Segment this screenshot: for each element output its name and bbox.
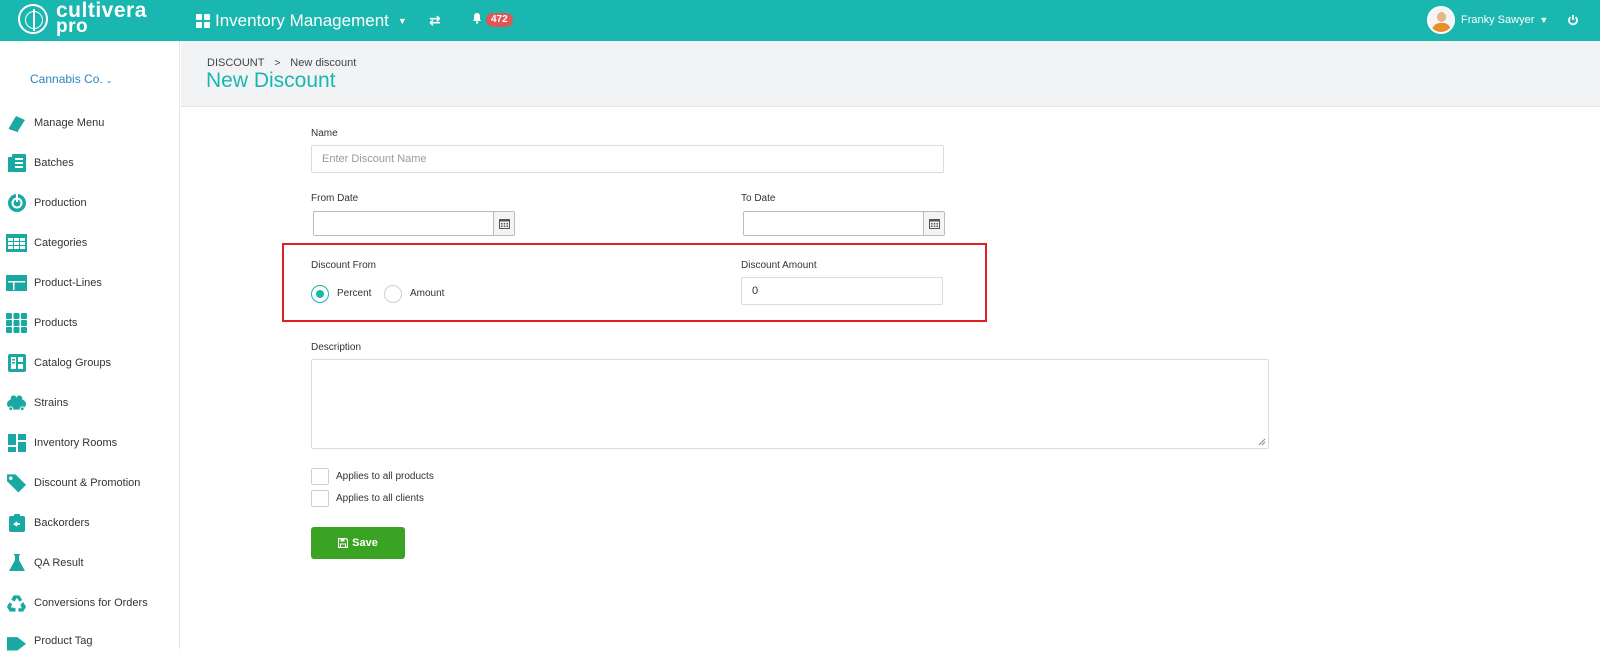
breadcrumb: DISCOUNT > New discount: [207, 57, 356, 69]
to-date-label: To Date: [741, 193, 776, 204]
org-name: Cannabis Co.: [30, 72, 103, 86]
products-grid-icon: [6, 313, 27, 333]
avatar: [1427, 6, 1455, 34]
sidebar-item-label: Product-Lines: [34, 277, 102, 289]
sidebar-item-strains[interactable]: Strains: [6, 391, 68, 415]
percent-radio-label[interactable]: Percent: [337, 288, 371, 299]
discount-amount-label: Discount Amount: [741, 260, 817, 271]
user-name: Franky Sawyer: [1461, 14, 1535, 26]
sidebar-item-label: Production: [34, 197, 87, 209]
applies-all-products-checkbox[interactable]: [311, 468, 329, 485]
from-date-picker: [313, 211, 515, 236]
sidebar-item-label: Backorders: [34, 517, 90, 529]
applies-all-clients-checkbox[interactable]: [311, 490, 329, 507]
app-grid-icon: [196, 14, 210, 28]
sidebar-item-label: Batches: [34, 157, 74, 169]
from-date-input[interactable]: [313, 211, 494, 236]
sidebar-item-label: Categories: [34, 237, 88, 249]
discount-name-input[interactable]: [311, 145, 944, 173]
discount-amount-input[interactable]: [741, 277, 943, 305]
sidebar-item-production[interactable]: Production: [6, 191, 87, 215]
notification-badge[interactable]: 472: [486, 13, 513, 27]
sidebar-item-discount-promotion[interactable]: Discount & Promotion: [6, 471, 140, 495]
applies-all-products-label[interactable]: Applies to all products: [336, 471, 434, 482]
sidebar-item-label: Discount & Promotion: [34, 477, 141, 489]
page-header: DISCOUNT > New discount New Discount: [181, 41, 1600, 107]
name-label: Name: [311, 128, 338, 139]
swap-arrows-icon[interactable]: ⇄: [429, 12, 441, 29]
rooms-icon: [6, 433, 27, 453]
logo-mark-icon: [18, 4, 48, 34]
calendar-icon[interactable]: [493, 211, 515, 236]
product-lines-icon: [6, 273, 27, 293]
sidebar-item-label: Catalog Groups: [34, 357, 112, 369]
sidebar-item-categories[interactable]: Categories: [6, 231, 87, 255]
sidebar-item-label: Inventory Rooms: [34, 437, 118, 449]
sidebar-item-label: Manage Menu: [34, 117, 105, 129]
sidebar-item-product-tag[interactable]: Product Tag: [6, 629, 93, 653]
sidebar-item-products[interactable]: Products: [6, 311, 77, 335]
sidebar-item-label: Conversions for Orders: [34, 597, 148, 609]
app-switcher[interactable]: Inventory Management ▼: [196, 11, 407, 31]
bell-icon[interactable]: [471, 12, 483, 24]
calendar-icon[interactable]: [923, 211, 945, 236]
save-button[interactable]: Save: [311, 527, 405, 559]
user-menu[interactable]: Franky Sawyer ▼: [1427, 6, 1548, 34]
sidebar-item-label: Strains: [34, 397, 69, 409]
tag-icon: [6, 631, 27, 651]
sidebar-item-batches[interactable]: Batches: [6, 151, 74, 175]
sidebar-item-qa-result[interactable]: QA Result: [6, 551, 84, 575]
caret-down-icon: ▼: [397, 16, 407, 26]
strains-icon: [6, 393, 27, 413]
sidebar-item-label: QA Result: [34, 557, 84, 569]
production-icon: [6, 193, 27, 213]
catalog-icon: [6, 353, 27, 373]
save-button-label: Save: [352, 537, 378, 549]
top-bar: cultivera pro Inventory Management ▼ ⇄ 4…: [0, 0, 1600, 41]
table-icon: [6, 233, 27, 253]
sidebar-item-catalog-groups[interactable]: Catalog Groups: [6, 351, 111, 375]
percent-radio[interactable]: [311, 285, 329, 303]
recycle-icon: [6, 593, 27, 613]
description-label: Description: [311, 342, 362, 353]
sidebar-item-manage-menu[interactable]: Manage Menu: [6, 111, 104, 135]
sidebar-item-label: Product Tag: [34, 635, 93, 647]
breadcrumb-current: New discount: [290, 57, 357, 69]
tags-icon: [6, 473, 27, 493]
applies-all-clients-label[interactable]: Applies to all clients: [336, 493, 424, 504]
to-date-input[interactable]: [743, 211, 924, 236]
sidebar-item-inventory-rooms[interactable]: Inventory Rooms: [6, 431, 117, 455]
cultivera-logo[interactable]: cultivera pro: [18, 0, 147, 36]
amount-radio[interactable]: [384, 285, 402, 303]
amount-radio-label[interactable]: Amount: [410, 288, 444, 299]
book-icon: [6, 113, 27, 133]
backorders-icon: [6, 513, 27, 533]
sidebar-item-backorders[interactable]: Backorders: [6, 511, 90, 535]
description-textarea[interactable]: [311, 359, 1269, 449]
to-date-picker: [743, 211, 945, 236]
floppy-disk-icon: [338, 538, 349, 548]
chevron-down-icon: ⌄: [105, 76, 113, 85]
breadcrumb-root[interactable]: DISCOUNT: [207, 57, 264, 69]
sidebar: Cannabis Co. ⌄ Manage Menu Batches Produc…: [0, 41, 180, 651]
from-date-label: From Date: [311, 193, 359, 204]
app-name: Inventory Management: [215, 11, 389, 30]
resize-grip-icon[interactable]: [1258, 438, 1266, 446]
caret-down-icon: ▼: [1539, 15, 1549, 25]
batches-icon: [6, 153, 27, 173]
breadcrumb-separator-icon: >: [274, 58, 281, 69]
page-title: New Discount: [206, 69, 336, 92]
power-icon[interactable]: [1567, 13, 1579, 26]
sidebar-item-product-lines[interactable]: Product-Lines: [6, 271, 102, 295]
discount-from-label: Discount From: [311, 260, 377, 271]
flask-icon: [6, 553, 27, 573]
sidebar-item-conversions-for-orders[interactable]: Conversions for Orders: [6, 591, 148, 615]
sidebar-item-label: Products: [34, 317, 78, 329]
org-selector[interactable]: Cannabis Co. ⌄: [30, 72, 112, 86]
